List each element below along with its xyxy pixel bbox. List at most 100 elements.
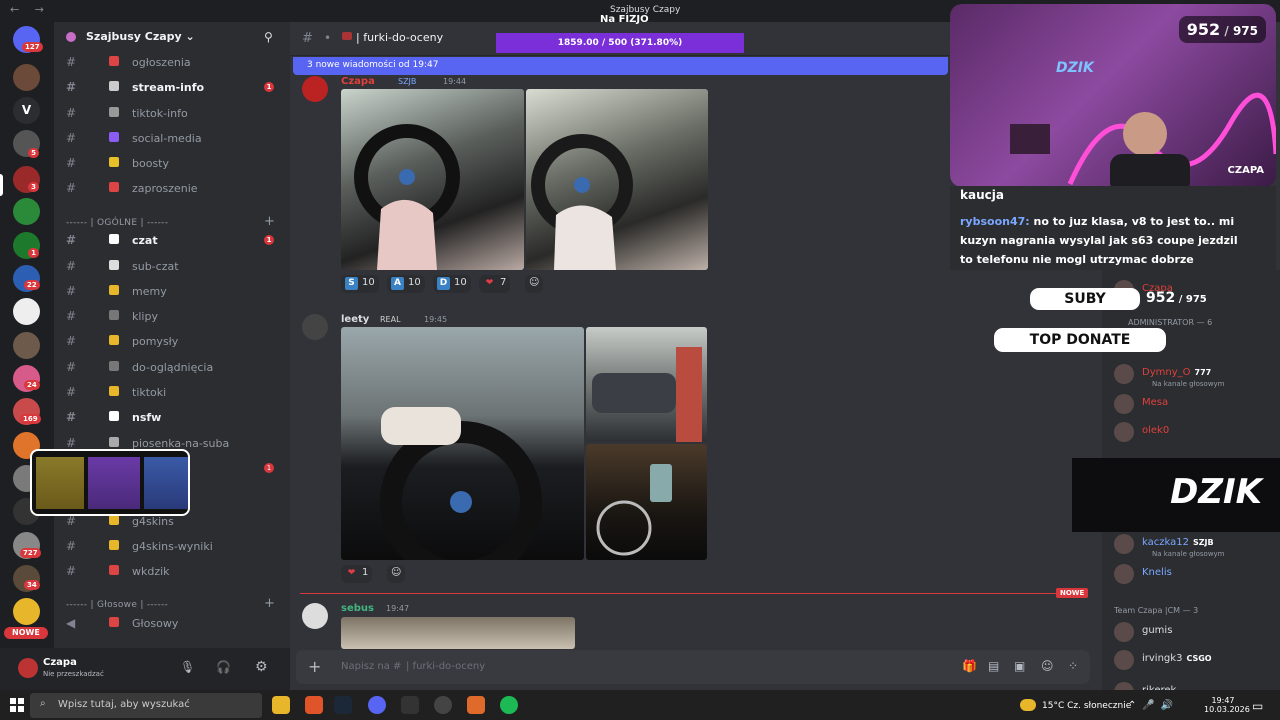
member-name: Knelis	[1142, 567, 1172, 578]
channel-sub-czat[interactable]: # sub-czat	[54, 256, 282, 278]
reaction-emoji: D	[437, 277, 450, 290]
channel-tiktok-info[interactable]: # tiktok-info	[54, 103, 282, 125]
add-channel-icon[interactable]: +	[264, 596, 275, 611]
channel-hash-icon: #	[66, 55, 77, 69]
message-image[interactable]	[586, 327, 707, 442]
member-activity: Na kanale głosowym	[1152, 380, 1225, 388]
channel-czat[interactable]: # czat 1	[54, 230, 282, 252]
server-name[interactable]: Szajbusy Czapy ⌄	[86, 30, 195, 43]
clock[interactable]: 19:47 10.03.2026	[1204, 696, 1250, 714]
message-image[interactable]	[341, 327, 584, 560]
reaction-button[interactable]: S 10	[341, 275, 379, 293]
add-channel-icon[interactable]: +	[264, 214, 275, 229]
channel-pomysły[interactable]: # pomysły	[54, 331, 282, 353]
channel-stream-info[interactable]: # stream-info 1	[54, 77, 282, 99]
weather-icon[interactable]	[1020, 699, 1036, 711]
server-icon[interactable]	[13, 598, 40, 625]
emoji-icon[interactable]: ☺	[1041, 659, 1054, 673]
goal-progress-bar: 1859.00 / 500 (371.80%)	[496, 33, 744, 53]
channel-hash-icon: #	[66, 284, 77, 298]
channel-label: tiktok-info	[132, 107, 188, 120]
settings-icon[interactable]: ⚙	[255, 659, 268, 675]
rail-badge: 34	[24, 580, 40, 590]
apps-icon[interactable]: ⁘	[1068, 659, 1078, 673]
notifications-icon[interactable]: ▭	[1252, 699, 1263, 713]
add-user-icon[interactable]: ⚲	[264, 30, 273, 44]
sub-counter: 952 / 975	[1178, 16, 1266, 43]
new-messages-banner[interactable]: 3 nowe wiadomości od 19:47	[293, 57, 948, 75]
gif-icon[interactable]: ▤	[988, 659, 999, 673]
sticker-icon[interactable]: ▣	[1014, 659, 1025, 673]
reaction-button[interactable]: D 10	[433, 275, 471, 293]
channel-label: Głosowy	[132, 617, 179, 630]
file-explorer-icon[interactable]	[272, 696, 290, 714]
message-image[interactable]	[341, 617, 575, 649]
taskbar-search[interactable]: ⌕ Wpisz tutaj, aby wyszukać	[30, 693, 262, 718]
channel-category[interactable]: ------ | OGÓLNE | ------	[66, 218, 168, 228]
windows-start-icon[interactable]	[10, 698, 24, 712]
add-reaction-icon[interactable]: ☺	[525, 275, 544, 293]
message-author[interactable]: leety	[341, 314, 369, 325]
reaction-button[interactable]: ❤ 1	[341, 565, 373, 583]
channel-emoji-icon	[109, 310, 119, 320]
channel-hash-icon: #	[66, 259, 77, 273]
new-divider-line	[300, 593, 1080, 594]
spotify-icon[interactable]	[500, 696, 518, 714]
add-reaction-icon[interactable]: ☺	[387, 565, 406, 583]
nav-arrows[interactable]: ← →	[10, 3, 50, 16]
channel-tiktoki[interactable]: # tiktoki	[54, 382, 282, 404]
channel-wkdzik[interactable]: # wkdzik	[54, 561, 282, 583]
message-image[interactable]	[341, 89, 524, 270]
car-icon	[342, 32, 352, 40]
avatar[interactable]	[302, 603, 328, 629]
channel-label: stream-info	[132, 81, 205, 94]
message-author[interactable]: Czapa	[341, 76, 375, 87]
channel-g4skins-wyniki[interactable]: # g4skins-wyniki	[54, 536, 282, 558]
reaction-button[interactable]: ❤ 7	[479, 275, 511, 293]
message-image[interactable]	[526, 89, 708, 270]
member-avatar	[1114, 650, 1134, 670]
channel-emoji-icon	[109, 81, 119, 91]
channel-social-media[interactable]: # social-media	[54, 128, 282, 150]
channel-memy[interactable]: # memy	[54, 281, 282, 303]
weather-text[interactable]: 15°C Cz. słonecznie	[1042, 701, 1131, 711]
member-name: Dymny_O	[1142, 367, 1191, 378]
channel-nsfw[interactable]: # nsfw	[54, 407, 282, 429]
tray-icons[interactable]: ⌃🎤🔊	[1128, 700, 1179, 711]
server-icon[interactable]	[13, 332, 40, 359]
server-icon[interactable]	[13, 64, 40, 91]
reaction-button[interactable]: A 10	[387, 275, 425, 293]
gift-icon[interactable]: 🎁	[962, 659, 977, 673]
channel-label: sub-czat	[132, 260, 179, 273]
channel-do-oglądnięcia[interactable]: # do-oglądnięcia	[54, 357, 282, 379]
member-avatar	[1114, 364, 1134, 384]
epic-icon[interactable]	[401, 696, 419, 714]
channel-ogłoszenia[interactable]: # ogłoszenia	[54, 52, 282, 74]
reaction-emoji: ❤	[347, 568, 356, 578]
server-icon[interactable]	[13, 198, 40, 225]
add-attachment-icon[interactable]: +	[308, 657, 321, 676]
channel-hash-icon: #	[302, 31, 313, 46]
mic-icon[interactable]: 🎙	[180, 660, 195, 674]
steam-icon[interactable]	[334, 696, 352, 714]
member-name: irvingk3	[1142, 653, 1183, 664]
brave-icon[interactable]	[305, 696, 323, 714]
message-author[interactable]: sebus	[341, 603, 374, 614]
message-composer[interactable]: + Napisz na # | furki-do-oceny 🎁 ▤ ▣ ☺ ⁘	[296, 650, 1090, 684]
channel-zaproszenie[interactable]: # zaproszenie	[54, 178, 282, 200]
channel-boosty[interactable]: # boosty	[54, 153, 282, 175]
avatar[interactable]	[302, 76, 328, 102]
channel-klipy[interactable]: # klipy	[54, 306, 282, 328]
obs-icon[interactable]	[434, 696, 452, 714]
user-avatar[interactable]	[18, 658, 38, 678]
channel-category[interactable]: ------ | Głosowe | ------	[66, 600, 168, 610]
headphones-icon[interactable]: 🎧	[216, 660, 231, 674]
message-image[interactable]	[586, 444, 707, 560]
discord-icon[interactable]	[368, 696, 386, 714]
reaction-emoji: ❤	[485, 278, 494, 288]
app-icon[interactable]	[467, 696, 485, 714]
server-icon-v[interactable]: V	[13, 97, 40, 124]
avatar[interactable]	[302, 314, 328, 340]
server-icon[interactable]	[13, 298, 40, 325]
channel-głosowy[interactable]: ◀ Głosowy	[54, 613, 282, 635]
